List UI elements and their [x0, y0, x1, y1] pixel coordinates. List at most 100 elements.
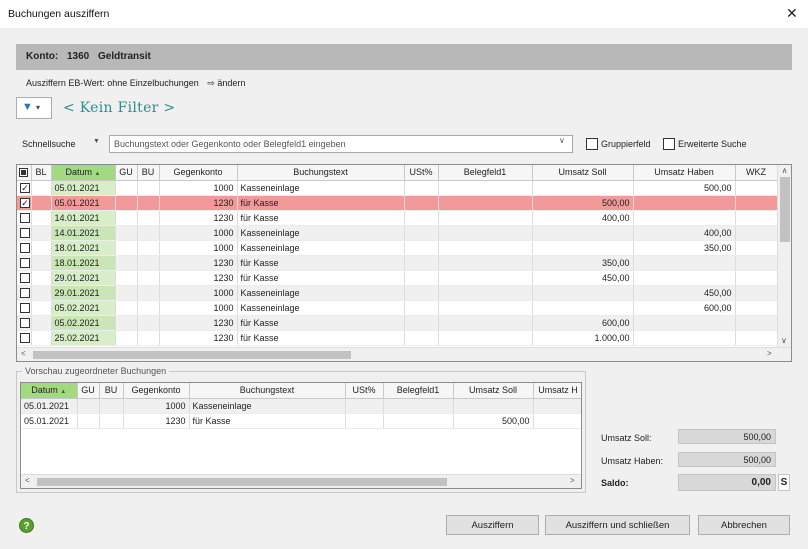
- preview-horizontal-scrollbar[interactable]: < >: [21, 474, 581, 488]
- cell-umsatz-soll: 450,00: [532, 270, 634, 286]
- row-checkbox[interactable]: [20, 332, 30, 343]
- col-gu[interactable]: GU: [115, 165, 138, 181]
- help-icon[interactable]: ?: [19, 518, 34, 533]
- row-checkbox-cell[interactable]: [17, 210, 32, 226]
- cell-bu: [137, 330, 160, 346]
- table-row[interactable]: 18.01.2021 1000 Kasseneinlage 350,00: [17, 240, 778, 256]
- preview-scroll-thumb[interactable]: [37, 478, 447, 486]
- preview-row[interactable]: 05.01.2021 1230 für Kasse 500,00: [21, 413, 581, 429]
- horizontal-scrollbar[interactable]: < >: [17, 347, 791, 361]
- col-ust[interactable]: USt%: [404, 165, 439, 181]
- saldo-value: 0,00: [678, 474, 776, 491]
- table-row[interactable]: 29.01.2021 1000 Kasseneinlage 450,00: [17, 285, 778, 301]
- cell-wkz: [735, 240, 778, 256]
- row-checkbox[interactable]: [20, 257, 30, 268]
- filter-button[interactable]: ▼ ▾: [16, 97, 52, 119]
- cell-belegfeld1: [438, 195, 533, 211]
- cell-buchungstext: Kasseneinlage: [237, 240, 405, 256]
- table-row[interactable]: 25.02.2021 1230 für Kasse 1.000,00: [17, 330, 778, 346]
- row-checkbox-cell[interactable]: [17, 270, 32, 286]
- group-field-checkbox[interactable]: [586, 138, 598, 150]
- umsatz-soll-label: Umsatz Soll:: [601, 433, 652, 443]
- row-checkbox[interactable]: ✓: [20, 197, 30, 208]
- row-checkbox-cell[interactable]: [17, 330, 32, 346]
- pv-col-gegenkonto[interactable]: Gegenkonto: [123, 383, 190, 399]
- pv-col-ust[interactable]: USt%: [345, 383, 384, 399]
- col-bl[interactable]: BL: [31, 165, 52, 181]
- pv-col-datum[interactable]: Datum ▲: [21, 383, 78, 399]
- row-checkbox[interactable]: [20, 242, 30, 253]
- table-row[interactable]: 14.01.2021 1230 für Kasse 400,00: [17, 210, 778, 226]
- bookings-grid[interactable]: BL Datum ▲ GU BU Gegenkonto Buchungstext…: [16, 164, 792, 362]
- table-row[interactable]: ✓ 05.01.2021 1230 für Kasse 500,00: [17, 195, 778, 211]
- row-checkbox-cell[interactable]: ✓: [17, 180, 32, 196]
- cell-bu: [137, 180, 160, 196]
- table-row[interactable]: ✓ 05.01.2021 1000 Kasseneinlage 500,00: [17, 180, 778, 196]
- col-bu[interactable]: BU: [137, 165, 160, 181]
- ausziffern-button[interactable]: Ausziffern: [446, 515, 539, 535]
- pv-col-gu[interactable]: GU: [77, 383, 100, 399]
- col-datum[interactable]: Datum ▲: [51, 165, 116, 181]
- col-wkz[interactable]: WKZ: [735, 165, 778, 181]
- header-row: BL Datum ▲ GU BU Gegenkonto Buchungstext…: [17, 165, 778, 181]
- abbrechen-button[interactable]: Abbrechen: [698, 515, 790, 535]
- row-checkbox[interactable]: [20, 287, 30, 298]
- table-row[interactable]: 18.01.2021 1230 für Kasse 350,00: [17, 255, 778, 271]
- col-umsatz-haben[interactable]: Umsatz Haben: [633, 165, 736, 181]
- cell-belegfeld1: [438, 240, 533, 256]
- row-checkbox-cell[interactable]: [17, 255, 32, 271]
- search-dropdown-icon[interactable]: ∨: [559, 136, 565, 145]
- row-checkbox[interactable]: [20, 272, 30, 283]
- select-all-checkbox[interactable]: [19, 167, 29, 177]
- col-belegfeld1[interactable]: Belegfeld1: [438, 165, 533, 181]
- scroll-right-icon[interactable]: >: [767, 349, 772, 358]
- cell-buchungstext: für Kasse: [237, 330, 405, 346]
- pv-cell-bu: [99, 413, 124, 429]
- row-checkbox-cell[interactable]: [17, 225, 32, 241]
- table-row[interactable]: 14.01.2021 1000 Kasseneinlage 400,00: [17, 225, 778, 241]
- row-checkbox[interactable]: ✓: [20, 182, 30, 193]
- cell-datum: 29.01.2021: [51, 270, 116, 286]
- horizontal-scroll-thumb[interactable]: [33, 351, 351, 359]
- search-mode-dropdown-icon[interactable]: ▼: [93, 138, 100, 145]
- row-checkbox-cell[interactable]: [17, 300, 32, 316]
- pv-col-buchungstext[interactable]: Buchungstext: [189, 383, 346, 399]
- row-checkbox[interactable]: [20, 227, 30, 238]
- cell-ust: [404, 180, 439, 196]
- scroll-right-icon[interactable]: >: [570, 476, 575, 485]
- row-checkbox-cell[interactable]: ✓: [17, 195, 32, 211]
- col-umsatz-soll[interactable]: Umsatz Soll: [532, 165, 634, 181]
- table-row[interactable]: 05.02.2021 1230 für Kasse 600,00: [17, 315, 778, 331]
- select-all-header[interactable]: [17, 165, 32, 181]
- col-buchungstext[interactable]: Buchungstext: [237, 165, 405, 181]
- vertical-scroll-thumb[interactable]: [779, 177, 790, 242]
- search-input[interactable]: Buchungstext oder Gegenkonto oder Belegf…: [109, 135, 573, 153]
- ausziffern-schliessen-button[interactable]: Ausziffern und schließen: [545, 515, 690, 535]
- pv-col-belegfeld1[interactable]: Belegfeld1: [383, 383, 454, 399]
- eb-change-link[interactable]: ändern: [217, 78, 245, 88]
- scroll-left-icon[interactable]: <: [21, 349, 26, 358]
- cell-belegfeld1: [438, 180, 533, 196]
- pv-col-umsatz-soll[interactable]: Umsatz Soll: [453, 383, 534, 399]
- row-checkbox-cell[interactable]: [17, 240, 32, 256]
- vertical-scrollbar[interactable]: ∧ ∨: [777, 165, 791, 347]
- table-row[interactable]: 29.01.2021 1230 für Kasse 450,00: [17, 270, 778, 286]
- row-checkbox[interactable]: [20, 212, 30, 223]
- close-icon[interactable]: ✕: [786, 5, 798, 22]
- pv-col-umsatz-haben[interactable]: Umsatz H: [533, 383, 581, 399]
- extended-search-checkbox[interactable]: [663, 138, 675, 150]
- scroll-left-icon[interactable]: <: [25, 476, 30, 485]
- table-row[interactable]: 05.02.2021 1000 Kasseneinlage 600,00: [17, 300, 778, 316]
- cell-gu: [115, 195, 138, 211]
- row-checkbox-cell[interactable]: [17, 285, 32, 301]
- row-checkbox[interactable]: [20, 302, 30, 313]
- scroll-up-icon[interactable]: ∧: [778, 166, 791, 175]
- preview-row[interactable]: 05.01.2021 1000 Kasseneinlage: [21, 398, 581, 414]
- row-checkbox-cell[interactable]: [17, 315, 32, 331]
- row-checkbox[interactable]: [20, 317, 30, 328]
- pv-col-bu[interactable]: BU: [99, 383, 124, 399]
- cell-datum: 29.01.2021: [51, 285, 116, 301]
- scroll-down-icon[interactable]: ∨: [781, 336, 787, 345]
- col-gegenkonto[interactable]: Gegenkonto: [159, 165, 238, 181]
- preview-grid[interactable]: Datum ▲ GU BU Gegenkonto Buchungstext US…: [20, 382, 582, 489]
